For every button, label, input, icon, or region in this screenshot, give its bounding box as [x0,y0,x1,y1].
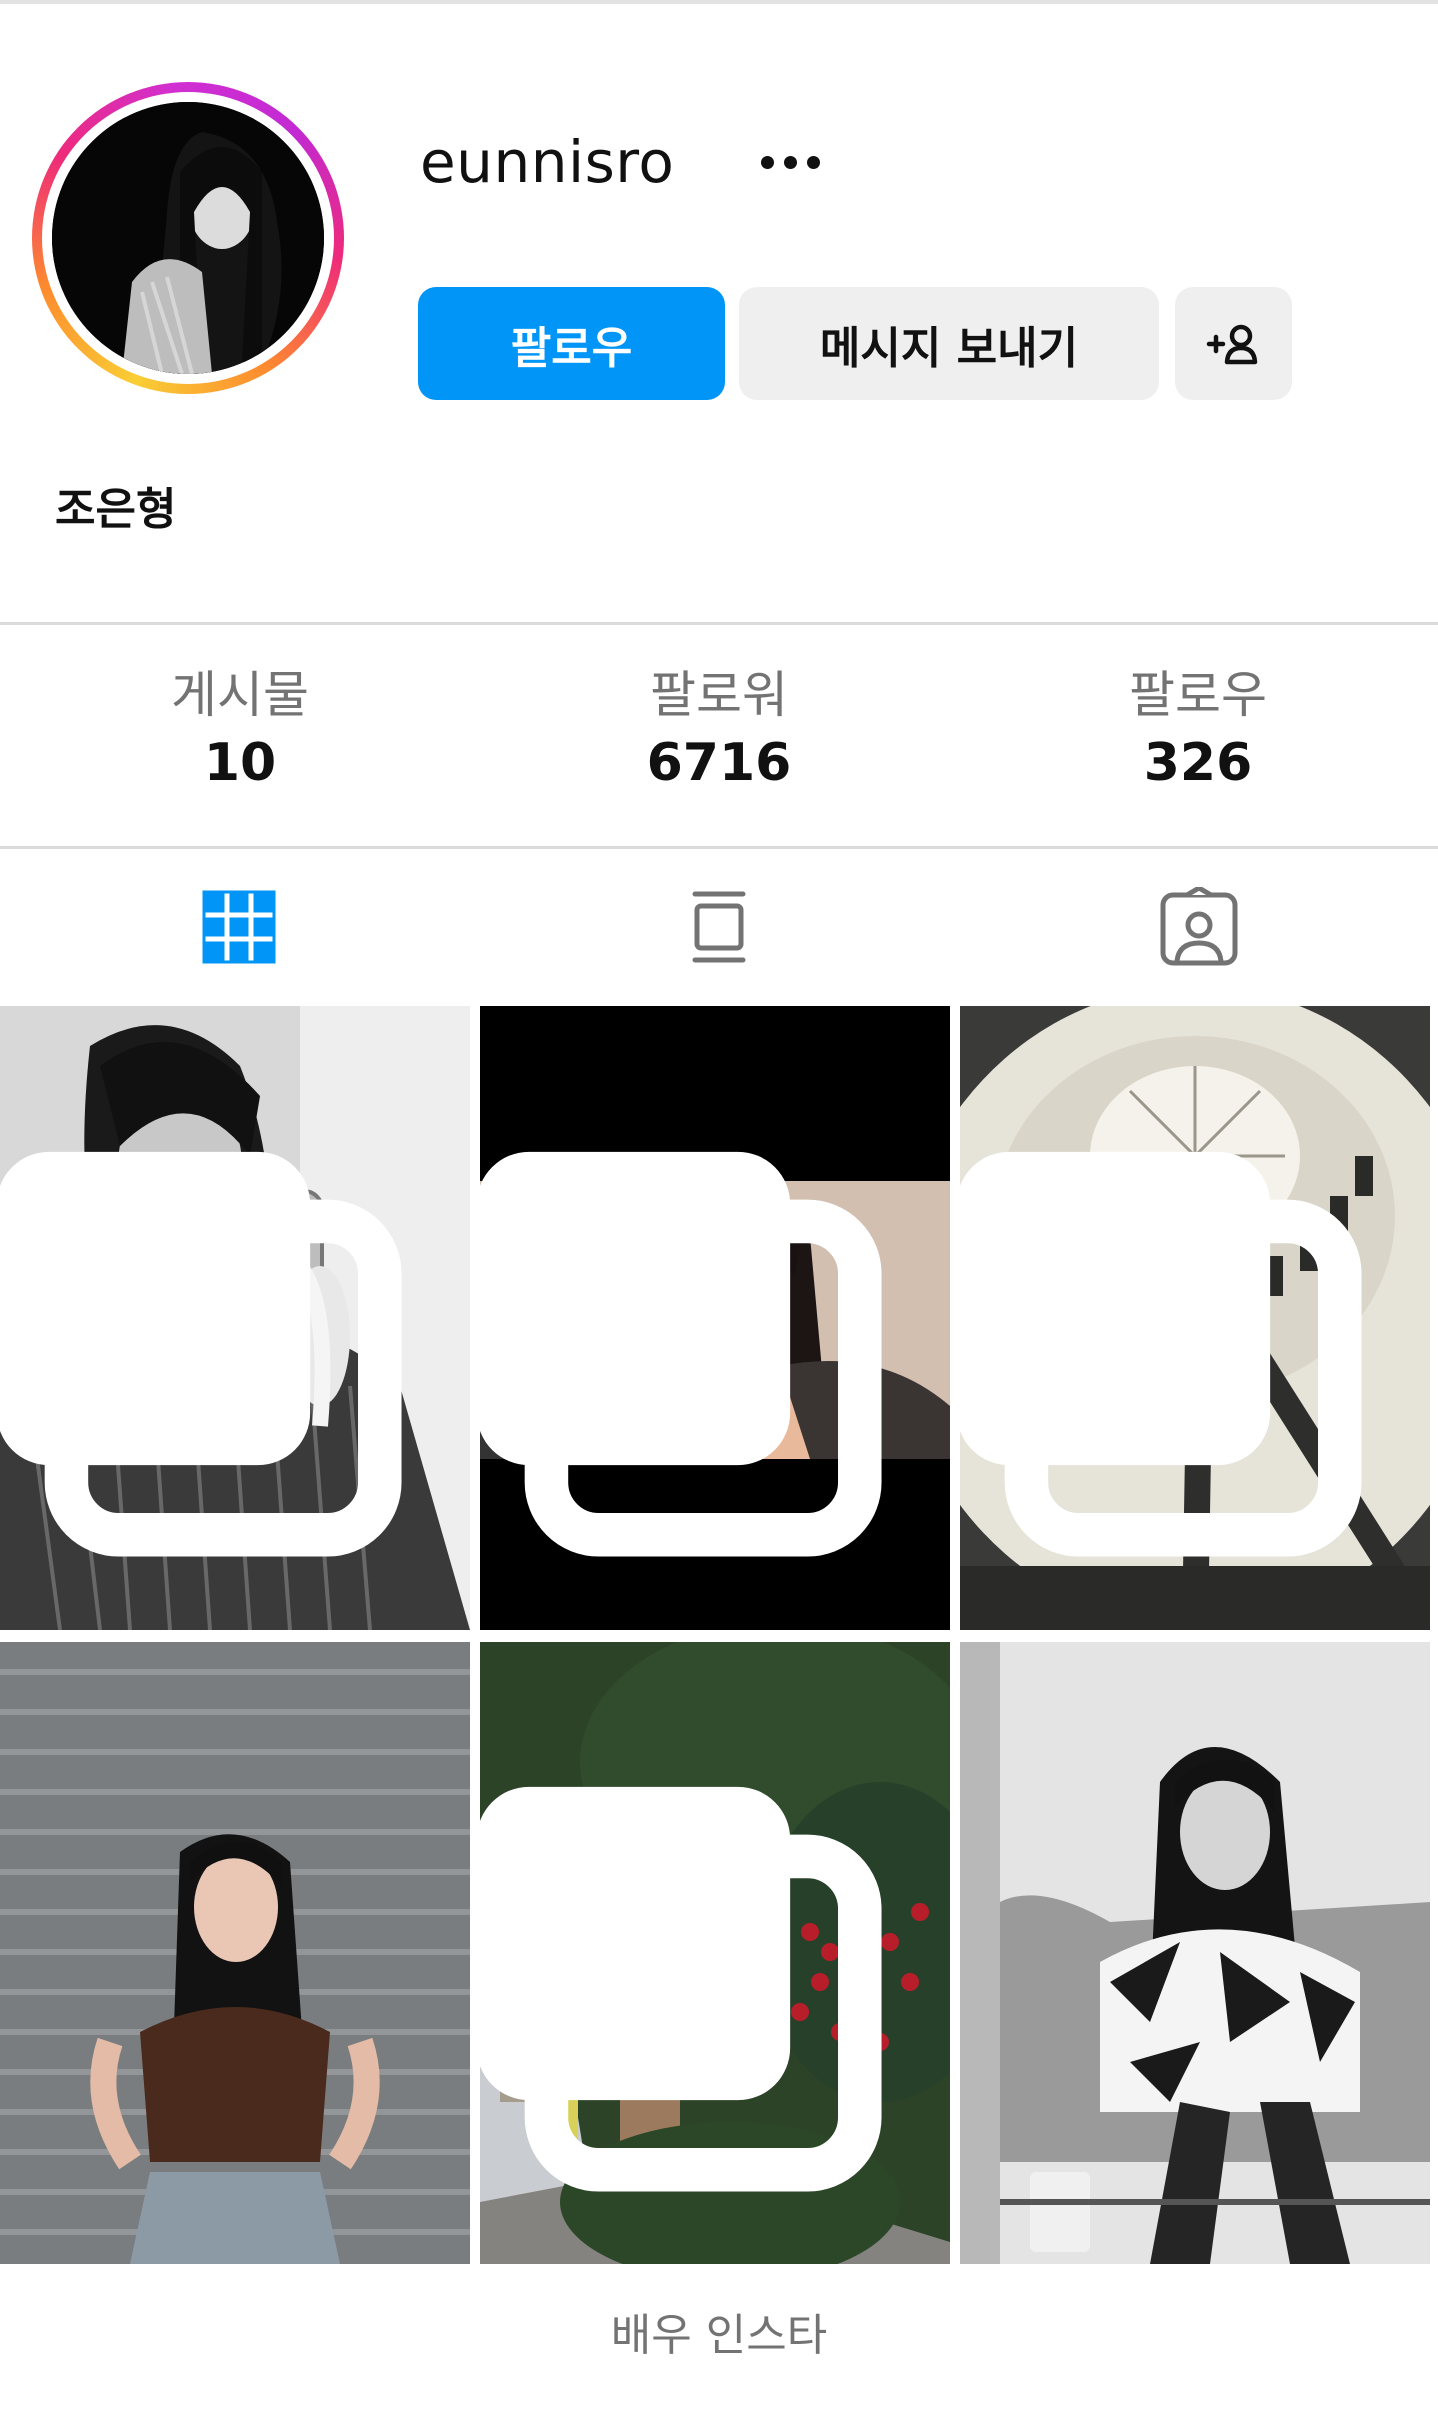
section-divider [0,846,1438,849]
add-person-button[interactable] [1175,287,1292,400]
followers-count: 6716 [646,733,792,793]
posts-count: 10 [203,733,277,793]
post-thumbnail-6[interactable] [960,1642,1430,2264]
post-thumbnail-2[interactable] [480,1006,950,1630]
tagged-icon [1160,887,1238,966]
avatar[interactable] [52,102,324,374]
full-name: 조은형 [55,484,177,535]
story-ring[interactable] [32,82,344,394]
more-options-icon[interactable] [740,132,840,192]
post-thumbnail-3[interactable] [960,1006,1430,1630]
post-image [0,1642,470,2264]
post-thumbnail-1[interactable] [0,1006,470,1630]
post-thumbnail-5[interactable] [480,1642,950,2264]
multi-post-icon [960,1151,1362,1557]
posts-stat: 게시물 10 [0,660,480,798]
following-stat[interactable]: 팔로우 326 [958,660,1438,798]
tab-grid[interactable] [189,872,289,982]
followers-stat[interactable]: 팔로워 6716 [479,660,959,798]
multi-post-icon [480,1786,882,2192]
grid-icon [202,890,276,964]
username: eunnisro [420,128,675,196]
top-divider [0,0,1438,4]
multi-post-icon [0,1151,402,1557]
avatar-image [52,102,324,374]
post-thumbnail-4[interactable] [0,1642,470,2264]
section-divider [0,622,1438,625]
follow-button[interactable]: 팔로우 [418,287,725,400]
following-label: 팔로우 [1129,666,1267,724]
followers-label: 팔로워 [650,666,788,724]
tab-feed[interactable] [669,872,769,982]
add-person-icon [1206,324,1257,364]
reels-feed-icon [692,891,746,963]
tab-tagged[interactable] [1149,872,1249,982]
posts-label: 게시물 [171,666,309,724]
following-count: 326 [1143,733,1253,793]
post-image [960,1642,1430,2264]
multi-post-icon [480,1151,882,1557]
message-button[interactable]: 메시지 보내기 [739,287,1159,400]
caption-text: 배우 인스타 [610,2310,828,2361]
